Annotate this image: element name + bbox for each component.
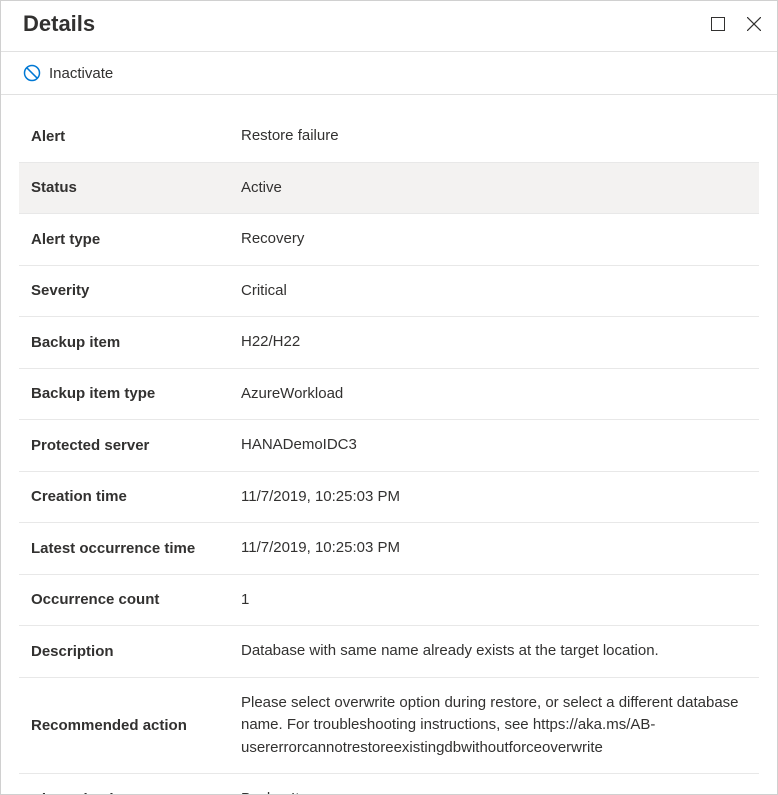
- table-row: Creation time11/7/2019, 10:25:03 PM: [19, 471, 759, 523]
- table-row: Latest occurrence time11/7/2019, 10:25:0…: [19, 523, 759, 575]
- close-button[interactable]: [745, 15, 763, 33]
- detail-value: Restore failure: [229, 111, 759, 162]
- toolbar: Inactivate: [1, 52, 777, 95]
- detail-value: Recovery: [229, 214, 759, 266]
- detail-value: Database with same name already exists a…: [229, 626, 759, 678]
- content-area[interactable]: AlertRestore failureStatusActiveAlert ty…: [1, 95, 777, 794]
- inactivate-button[interactable]: Inactivate: [23, 64, 113, 82]
- detail-label: Occurrence count: [19, 574, 229, 626]
- table-row: DescriptionDatabase with same name alrea…: [19, 626, 759, 678]
- detail-label: Alert type: [19, 214, 229, 266]
- table-row: Recommended actionPlease select overwrit…: [19, 677, 759, 774]
- detail-value: H22/H22: [229, 317, 759, 369]
- window-controls: [709, 15, 763, 33]
- detail-label: Description: [19, 626, 229, 678]
- detail-label: Creation time: [19, 471, 229, 523]
- table-row: Alert typeRecovery: [19, 214, 759, 266]
- detail-label: Severity: [19, 265, 229, 317]
- detail-label: Latest occurrence time: [19, 523, 229, 575]
- detail-label: Backup item type: [19, 368, 229, 420]
- detail-label: Backup item: [19, 317, 229, 369]
- table-row: SeverityCritical: [19, 265, 759, 317]
- details-window: Details Inactivate: [0, 0, 778, 795]
- titlebar: Details: [1, 1, 777, 52]
- detail-value: 11/7/2019, 10:25:03 PM: [229, 523, 759, 575]
- detail-value: Please select overwrite option during re…: [229, 677, 759, 774]
- table-row: Backup item typeAzureWorkload: [19, 368, 759, 420]
- detail-value: AzureWorkload: [229, 368, 759, 420]
- detail-label: Status: [19, 162, 229, 214]
- detail-value: 1: [229, 574, 759, 626]
- detail-label: Recommended action: [19, 677, 229, 774]
- table-row: Occurrence count1: [19, 574, 759, 626]
- window-title: Details: [23, 11, 95, 37]
- maximize-icon: [711, 17, 725, 31]
- maximize-button[interactable]: [709, 15, 727, 33]
- detail-label: Alert: [19, 111, 229, 162]
- table-row: Alert raised onBackupItem: [19, 774, 759, 795]
- detail-value: HANADemoIDC3: [229, 420, 759, 472]
- inactivate-icon: [23, 64, 41, 82]
- detail-label: Alert raised on: [19, 774, 229, 795]
- close-icon: [747, 17, 761, 31]
- inactivate-label: Inactivate: [49, 65, 113, 82]
- table-row: StatusActive: [19, 162, 759, 214]
- detail-value: Critical: [229, 265, 759, 317]
- table-row: Protected serverHANADemoIDC3: [19, 420, 759, 472]
- table-row: Backup itemH22/H22: [19, 317, 759, 369]
- detail-value: 11/7/2019, 10:25:03 PM: [229, 471, 759, 523]
- details-table: AlertRestore failureStatusActiveAlert ty…: [19, 111, 759, 794]
- detail-value: Active: [229, 162, 759, 214]
- detail-label: Protected server: [19, 420, 229, 472]
- table-row: AlertRestore failure: [19, 111, 759, 162]
- detail-value: BackupItem: [229, 774, 759, 795]
